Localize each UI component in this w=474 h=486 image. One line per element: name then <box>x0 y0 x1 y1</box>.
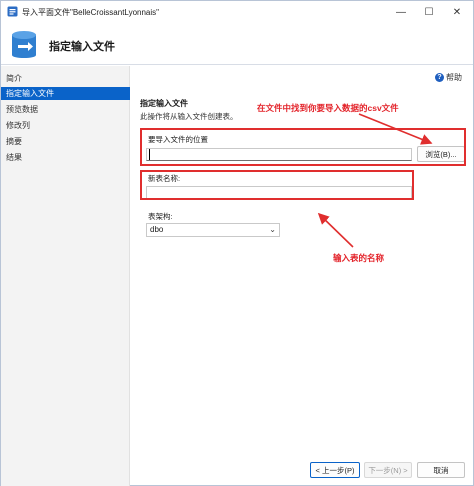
section-title: 指定输入文件 <box>140 99 188 108</box>
database-import-icon <box>12 31 36 58</box>
cancel-button[interactable]: 取消 <box>417 462 465 478</box>
help-label: 帮助 <box>446 72 462 82</box>
sidebar-item-intro[interactable]: 简介 <box>1 72 130 85</box>
chevron-down-icon: ⌄ <box>269 225 276 234</box>
window-title: 导入平面文件"BelleCroissantLyonnais" <box>22 8 159 17</box>
wizard-header: 指定输入文件 <box>1 23 473 65</box>
previous-button[interactable]: < 上一步(P) <box>310 462 360 478</box>
section-description: 此操作将从输入文件创建表。 <box>140 112 238 121</box>
minimize-icon: — <box>396 6 406 18</box>
annotation-box-table-name <box>140 170 414 200</box>
table-schema-value: dbo <box>150 225 164 234</box>
title-bar: 导入平面文件"BelleCroissantLyonnais" — ☐ ✕ <box>1 1 473 23</box>
minimize-button[interactable]: — <box>387 1 415 23</box>
close-button[interactable]: ✕ <box>443 1 471 23</box>
help-link[interactable]: ? 帮助 <box>435 71 462 83</box>
annotation-note-csv: 在文件中找到你要导入数据的csv文件 <box>257 103 399 113</box>
maximize-icon: ☐ <box>424 6 434 18</box>
table-schema-select[interactable]: dbo ⌄ <box>146 223 280 237</box>
annotation-arrow-table <box>317 212 354 248</box>
page-header-title: 指定输入文件 <box>49 41 115 53</box>
help-icon: ? <box>435 72 444 82</box>
app-icon <box>7 6 18 17</box>
annotation-box-file-location <box>140 128 466 166</box>
wizard-sidebar: 简介 指定输入文件 预览数据 修改列 摘要 结果 <box>1 66 130 486</box>
import-flat-file-window: 导入平面文件"BelleCroissantLyonnais" — ☐ ✕ 指定输… <box>0 0 474 486</box>
sidebar-item-results[interactable]: 结果 <box>1 151 130 164</box>
close-icon: ✕ <box>452 6 462 18</box>
sidebar-item-modify-columns[interactable]: 修改列 <box>1 119 130 132</box>
maximize-button[interactable]: ☐ <box>415 1 443 23</box>
sidebar-item-specify-input-file[interactable]: 指定输入文件 <box>1 87 130 100</box>
table-schema-label: 表架构: <box>148 212 173 221</box>
sidebar-item-preview-data[interactable]: 预览数据 <box>1 103 130 116</box>
next-button[interactable]: 下一步(N) > <box>364 462 412 478</box>
sidebar-item-summary[interactable]: 摘要 <box>1 135 130 148</box>
annotation-note-table-name: 输入表的名称 <box>333 253 385 263</box>
